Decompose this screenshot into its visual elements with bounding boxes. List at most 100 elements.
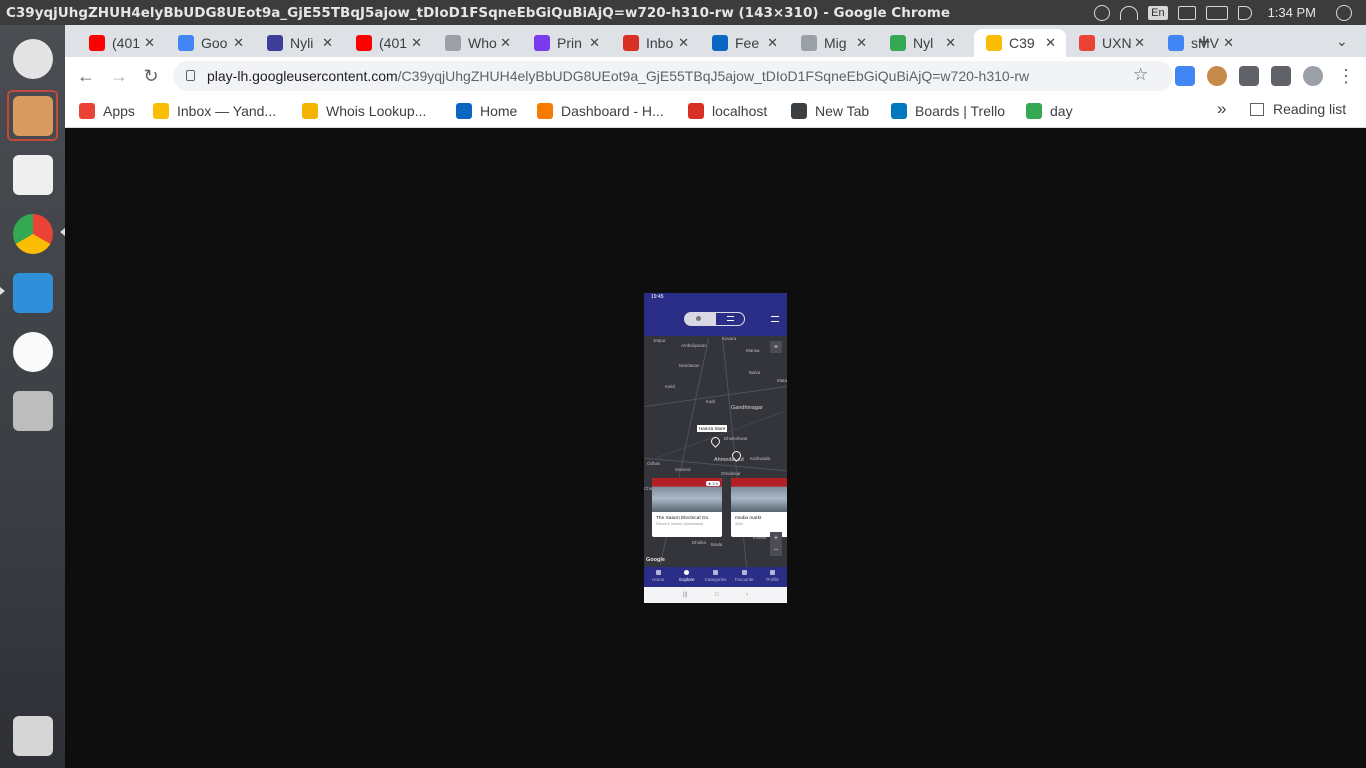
weather-icon[interactable]	[1094, 4, 1111, 21]
bookmark-item[interactable]: Apps	[79, 101, 135, 121]
map-place-label: Balva	[749, 370, 761, 375]
explore-icon	[684, 570, 690, 575]
menu-kebab-icon[interactable]: ⋮	[1335, 65, 1357, 87]
tab-close-icon[interactable]: ✕	[500, 35, 511, 51]
keyboard-language-indicator[interactable]: En	[1148, 5, 1168, 20]
bookmark-star-icon[interactable]: ☆	[1133, 65, 1148, 85]
ubuntu-icon[interactable]	[7, 33, 58, 84]
map-place-label: Mansa	[746, 348, 760, 353]
nav-tab-home[interactable]: Home	[644, 567, 673, 587]
bookmark-item[interactable]: Home	[456, 101, 517, 121]
bookmark-item[interactable]: day	[1026, 101, 1073, 121]
address-bar[interactable]: play-lh.googleusercontent.com/C39yqjUhgZ…	[173, 61, 1173, 91]
tab-close-icon[interactable]: ✕	[1045, 35, 1056, 51]
tab-label: Who	[468, 35, 497, 51]
zoom-controls[interactable]: + −	[770, 532, 782, 556]
browser-tab[interactable]: Inbo ✕	[611, 29, 699, 57]
mail-icon[interactable]	[1177, 5, 1196, 20]
favourite-icon	[741, 570, 747, 575]
browser-tab[interactable]: UXN ✕	[1067, 29, 1155, 57]
browser-tab[interactable]: (401 ✕	[344, 29, 432, 57]
tab-close-icon[interactable]: ✕	[1223, 35, 1234, 51]
store-tooltip: Hamza Store	[697, 425, 728, 432]
tab-close-icon[interactable]: ✕	[322, 35, 333, 51]
map-list-toggle[interactable]	[684, 312, 745, 326]
clock[interactable]: 1:34 PM	[1268, 5, 1316, 20]
tab-close-icon[interactable]: ✕	[767, 35, 778, 51]
map-view[interactable]: Jetpur Ambaliyasan Kuvara Mansa Nandasan Balv…	[644, 336, 787, 567]
store-address: Ramol & Vastral, Ahmedabad	[656, 522, 703, 526]
tab-close-icon[interactable]: ✕	[945, 35, 956, 51]
tab-favicon-icon	[267, 35, 283, 51]
phone-status-time: 19:45	[651, 294, 664, 300]
tab-favicon-icon	[1168, 35, 1184, 51]
bookmark-item[interactable]: New Tab	[791, 101, 869, 121]
tab-label: C39	[1009, 35, 1035, 51]
my-location-icon[interactable]: ⌖	[770, 341, 782, 353]
home-icon[interactable]: □	[715, 592, 719, 598]
tab-close-icon[interactable]: ✕	[589, 35, 600, 51]
map-place-label: Jetpur	[653, 338, 666, 343]
bookmark-item[interactable]: localhost	[688, 101, 767, 121]
bookmarks-overflow-icon[interactable]: »	[1217, 99, 1226, 119]
wifi-icon[interactable]	[1120, 5, 1139, 20]
volume-icon[interactable]	[1237, 5, 1252, 20]
reload-button[interactable]: ↻	[140, 65, 162, 87]
bookmark-item[interactable]: Dashboard - H...	[537, 101, 664, 121]
extensions-puzzle-icon[interactable]	[1239, 66, 1259, 86]
browser-tab[interactable]: (401 ✕	[77, 29, 165, 57]
tab-close-icon[interactable]: ✕	[856, 35, 867, 51]
running-indicator	[0, 287, 5, 295]
store-card[interactable]: ★ 3.5 The Saturn Electrical Go Ramol & V…	[652, 478, 722, 537]
browser-tab[interactable]: C39 ✕	[974, 29, 1066, 57]
nav-tab-explore[interactable]: Explore	[673, 567, 702, 587]
files-icon[interactable]	[7, 90, 58, 141]
browser-tab[interactable]: Prin ✕	[522, 29, 610, 57]
browser-tab[interactable]: Who ✕	[433, 29, 521, 57]
bookmark-label: Boards | Trello	[915, 103, 1006, 119]
tab-favicon-icon	[89, 35, 105, 51]
back-icon[interactable]: ‹	[746, 592, 748, 598]
browser-tab[interactable]: Goo ✕	[166, 29, 254, 57]
text-editor-icon[interactable]	[7, 149, 58, 200]
tab-close-icon[interactable]: ✕	[411, 35, 422, 51]
reading-list-label: Reading list	[1273, 101, 1347, 117]
bookmark-item[interactable]: Whois Lookup...	[302, 101, 426, 121]
battery-icon[interactable]	[1205, 5, 1228, 20]
bookmark-item[interactable]: Boards | Trello	[891, 101, 1005, 121]
tab-search-chevron-icon[interactable]: ⌄	[1336, 33, 1348, 50]
store-card[interactable]: ★ media markt 4534	[731, 478, 787, 537]
bookmark-item[interactable]: Inbox — Yand...	[153, 101, 276, 121]
bookmark-favicon-icon	[1026, 103, 1042, 119]
browser-tab[interactable]: Nyli ✕	[255, 29, 343, 57]
tab-favicon-icon	[986, 35, 1002, 51]
browser-tab[interactable]: Fee ✕	[700, 29, 788, 57]
lock-icon[interactable]	[186, 70, 195, 81]
nav-tab-favourite[interactable]: Favourite	[730, 567, 759, 587]
tab-close-icon[interactable]: ✕	[144, 35, 155, 51]
vscode-icon[interactable]	[7, 267, 58, 318]
chrome-icon[interactable]	[7, 208, 58, 259]
nav-tab-profile[interactable]: Profile	[758, 567, 787, 587]
screenshot-icon[interactable]	[7, 385, 58, 436]
browser-tab[interactable]: Mig ✕	[789, 29, 877, 57]
recent-apps-icon[interactable]: |||	[683, 592, 688, 598]
profile-avatar[interactable]	[1303, 66, 1323, 86]
translate-extension-icon[interactable]	[1175, 66, 1195, 86]
nav-tab-categories[interactable]: Categories	[701, 567, 730, 587]
tab-favicon-icon	[178, 35, 194, 51]
tab-close-icon[interactable]: ✕	[1134, 35, 1145, 51]
new-tab-button[interactable]: +	[1190, 29, 1218, 55]
power-gear-icon[interactable]	[1336, 4, 1352, 21]
slack-icon[interactable]	[7, 326, 58, 377]
tab-close-icon[interactable]: ✕	[233, 35, 244, 51]
browser-tab[interactable]: Nyl ✕	[878, 29, 966, 57]
filter-icon[interactable]	[771, 316, 779, 322]
forward-button[interactable]: →	[108, 65, 130, 87]
trash-icon[interactable]	[7, 710, 58, 761]
reading-list-button[interactable]: Reading list	[1250, 101, 1346, 117]
back-button[interactable]: ←	[75, 65, 97, 87]
media-control-icon[interactable]	[1271, 66, 1291, 86]
cookie-extension-icon[interactable]	[1207, 66, 1227, 86]
tab-close-icon[interactable]: ✕	[678, 35, 689, 51]
